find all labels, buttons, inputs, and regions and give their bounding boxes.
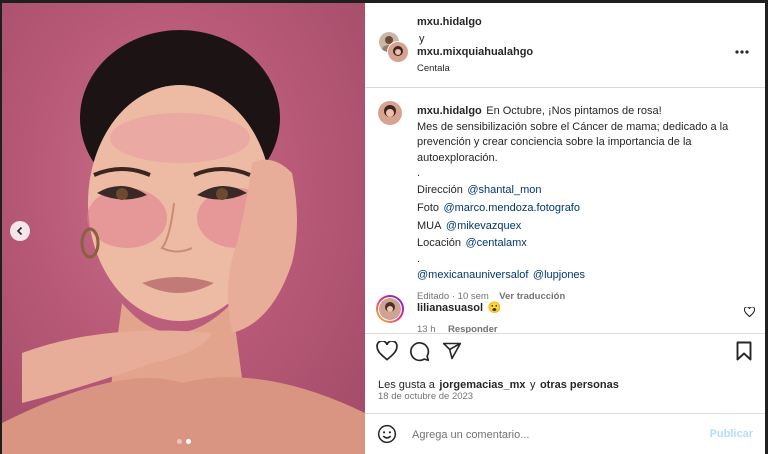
smiley-face-icon (377, 424, 397, 444)
credit-label: Locación (417, 237, 462, 250)
like-button[interactable] (376, 340, 398, 366)
carousel-indicator (177, 439, 191, 444)
comment-meta: 13 h Responder (417, 319, 498, 333)
heart-outline-icon (376, 340, 398, 361)
publish-button[interactable]: Publicar (710, 428, 753, 440)
mention-link[interactable]: @mexicanauniversalof (417, 269, 528, 281)
bookmark-outline-icon (736, 341, 752, 361)
share-button[interactable] (442, 341, 462, 366)
likes-prefix: Les gusta a (378, 379, 435, 391)
save-button[interactable] (736, 341, 752, 366)
emoji-button[interactable] (377, 424, 397, 449)
carousel-dot (177, 439, 182, 444)
comment-time: 13 h (417, 324, 436, 333)
post-date[interactable]: 18 de octubre de 2023 (378, 391, 473, 402)
see-translation-link[interactable]: Ver traducción (499, 291, 565, 302)
divider (365, 413, 765, 414)
post-details-panel: mxu.hidalgo y mxu.mixquiahualahgo Cental… (365, 3, 765, 454)
caption-separator: . (417, 167, 421, 180)
mention-link[interactable]: @lupjones (533, 269, 585, 281)
avatar-image (379, 298, 401, 320)
comment-button[interactable] (409, 341, 430, 367)
carousel-dot-active (186, 439, 191, 444)
mention-link[interactable]: @shantal_mon (467, 184, 541, 196)
comment-username[interactable]: lilianasuasol (417, 302, 483, 314)
caption-text: En Octubre, ¡Nos pintamos de rosa! (486, 105, 662, 117)
avatar[interactable] (378, 101, 402, 125)
caption-text: Mes de sensibilización sobre el Cáncer d… (417, 120, 729, 133)
mention-link[interactable]: @centalamx (466, 237, 527, 249)
caption-separator: . (417, 252, 421, 265)
heart-outline-icon (743, 306, 756, 318)
credit-label: Foto (417, 201, 440, 214)
comment-text: 😮 (487, 302, 502, 314)
likes-username[interactable]: jorgemacias_mx (439, 379, 525, 391)
divider (365, 333, 765, 334)
post-image[interactable] (2, 3, 365, 454)
portrait-illustration (2, 30, 365, 454)
comments-scroll-area[interactable]: mxu.hidalgo En Octubre, ¡Nos pintamos de… (365, 3, 765, 333)
reply-button[interactable]: Responder (448, 324, 498, 333)
story-ring-avatar[interactable] (376, 295, 404, 323)
previous-image-button[interactable] (10, 221, 30, 241)
comment: lilianasuasol 😮 (417, 298, 501, 316)
like-comment-button[interactable] (743, 304, 756, 322)
post-modal: mxu.hidalgo y mxu.mixquiahualahgo Cental… (0, 0, 768, 454)
credit-label: MUA (417, 219, 442, 232)
comment-input[interactable] (410, 425, 704, 445)
avatar-image (378, 101, 402, 125)
caption-username[interactable]: mxu.hidalgo (417, 105, 482, 117)
caption-text: autoexploración. (417, 151, 498, 164)
comment-bubble-icon (410, 342, 430, 362)
credit-label: Dirección (417, 184, 463, 197)
mention-link[interactable]: @mikevazquex (446, 220, 521, 232)
caption-text: prevención y crear conciencia sobre la i… (417, 136, 692, 149)
likes-others-link[interactable]: otras personas (540, 379, 619, 391)
mention-link[interactable]: @marco.mendoza.fotografo (443, 202, 580, 214)
send-paper-plane-icon (442, 342, 462, 360)
chevron-left-icon (16, 226, 23, 236)
caption: mxu.hidalgo En Octubre, ¡Nos pintamos de… (417, 102, 728, 305)
likes-conjunction: y (530, 379, 536, 391)
